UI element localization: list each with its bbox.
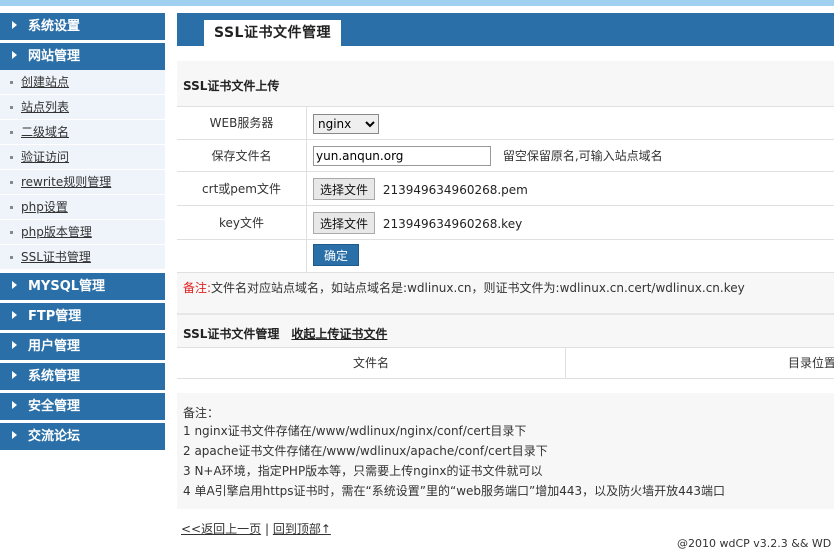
back-to-top-link[interactable]: 回到顶部↑ [273, 522, 331, 536]
sidebar-item-site-list: 站点列表 [0, 95, 165, 120]
bullet-icon [10, 131, 13, 134]
sidebar-link-php-version[interactable]: php版本管理 [21, 225, 92, 239]
menu-system-management[interactable]: 系统管理 [0, 363, 165, 390]
sidebar-item-php-version: php版本管理 [0, 220, 165, 245]
row-save-name: 保存文件名 留空保留原名,可输入站点域名 [177, 139, 834, 172]
bullet-icon [10, 106, 13, 109]
menu-users[interactable]: 用户管理 [0, 333, 165, 360]
sidebar-link-create-site[interactable]: 创建站点 [21, 75, 69, 89]
sidebar-link-rewrite[interactable]: rewrite规则管理 [21, 175, 111, 189]
submit-label-cell [177, 240, 307, 272]
bullet-icon [10, 231, 13, 234]
key-file-name: 213949634960268.key [382, 216, 523, 231]
note-prefix: 备注: [183, 281, 212, 295]
key-choose-file-button[interactable]: 选择文件 [313, 212, 376, 234]
main-content: SSL证书文件管理 SSL证书文件上传 WEB服务器 nginx 保存文件名 留… [177, 13, 834, 509]
col-filename: 文件名 [177, 347, 566, 379]
col-directory-label: 目录位置 [787, 356, 834, 370]
remarks-line: 2 apache证书文件存储在/www/wdlinux/apache/conf/… [183, 444, 548, 458]
upload-section: SSL证书文件上传 WEB服务器 nginx 保存文件名 留空保留原名,可输入站… [177, 61, 834, 313]
menu-site-management[interactable]: 网站管理 [0, 43, 165, 70]
back-link[interactable]: <<返回上一页 [181, 522, 261, 536]
row-submit: 确定 [177, 239, 834, 273]
caret-right-icon [12, 431, 17, 439]
footer-separator: | [264, 522, 269, 536]
sidebar-item-subdomain: 二级域名 [0, 120, 165, 145]
caret-right-icon [12, 401, 17, 409]
sidebar: 系统设置 网站管理 创建站点 站点列表 二级域名 验证访问 rewrite规则管… [0, 13, 165, 453]
upload-section-title: SSL证书文件上传 [183, 79, 280, 93]
caret-right-icon [12, 341, 17, 349]
remarks-title: 备注： [183, 406, 220, 420]
confirm-button[interactable]: 确定 [313, 244, 359, 266]
bullet-icon [10, 206, 13, 209]
sidebar-link-site-list[interactable]: 站点列表 [21, 100, 69, 114]
sidebar-item-ssl: SSL证书管理 [0, 245, 165, 270]
caret-right-icon [12, 311, 17, 319]
col-directory: 目录位置 [566, 347, 834, 379]
sidebar-link-php-settings[interactable]: php设置 [21, 200, 68, 214]
web-server-label: WEB服务器 [177, 107, 307, 140]
save-name-input[interactable] [313, 146, 491, 166]
caret-right-icon [12, 281, 17, 289]
bullet-icon [10, 156, 13, 159]
menu-security[interactable]: 安全管理 [0, 393, 165, 420]
sidebar-item-rewrite: rewrite规则管理 [0, 170, 165, 195]
sidebar-link-auth-access[interactable]: 验证访问 [21, 150, 69, 164]
upload-note: 备注:文件名对应站点域名，如站点域名是:wdlinux.cn，则证书文件为:wd… [183, 279, 745, 296]
caret-right-icon [12, 371, 17, 379]
note-text: 文件名对应站点域名，如站点域名是:wdlinux.cn，则证书文件为:wdlin… [211, 281, 745, 295]
bullet-icon [10, 81, 13, 84]
save-name-label: 保存文件名 [177, 140, 307, 172]
sidebar-link-ssl[interactable]: SSL证书管理 [21, 250, 91, 264]
crt-choose-file-button[interactable]: 选择文件 [313, 178, 376, 200]
remarks-line: 3 N+A环境，指定PHP版本等，只需要上传nginx的证书文件就可以 [183, 464, 543, 478]
footer-links: <<返回上一页 | 回到顶部↑ [181, 520, 331, 537]
sidebar-item-create-site: 创建站点 [0, 70, 165, 95]
bullet-icon [10, 181, 13, 184]
sidebar-item-php-settings: php设置 [0, 195, 165, 220]
menu-forum[interactable]: 交流论坛 [0, 423, 165, 450]
remarks-line: 4 单A引擎启用https证书时，需在“系统设置”里的“web服务端口”增加44… [183, 484, 726, 498]
menu-ftp[interactable]: FTP管理 [0, 303, 165, 330]
remarks-section: 备注： 1 nginx证书文件存储在/www/wdlinux/nginx/con… [177, 393, 834, 509]
row-key-file: key文件 选择文件 213949634960268.key [177, 205, 834, 240]
menu-system-settings[interactable]: 系统设置 [0, 13, 165, 40]
page-title: SSL证书文件管理 [204, 20, 341, 46]
sidebar-item-auth-access: 验证访问 [0, 145, 165, 170]
bullet-icon [10, 256, 13, 259]
list-header: SSL证书文件管理 收起上传证书文件 [183, 325, 387, 342]
list-section: SSL证书文件管理 收起上传证书文件 文件名 目录位置 [177, 313, 834, 379]
remarks-line: 1 nginx证书文件存储在/www/wdlinux/nginx/conf/ce… [183, 424, 527, 438]
row-web-server: WEB服务器 nginx [177, 106, 834, 140]
copyright: @2010 wdCP v3.2.3 && WD [677, 537, 832, 550]
top-strip [0, 0, 834, 6]
crt-file-name: 213949634960268.pem [382, 182, 528, 197]
site-submenu: 创建站点 站点列表 二级域名 验证访问 rewrite规则管理 php设置 ph… [0, 70, 165, 270]
submit-value: 确定 [313, 244, 359, 276]
caret-right-icon [12, 21, 17, 29]
row-crt-file: crt或pem文件 选择文件 213949634960268.pem [177, 171, 834, 206]
sidebar-link-subdomain[interactable]: 二级域名 [21, 125, 69, 139]
title-bar: SSL证书文件管理 [177, 13, 834, 46]
save-name-hint: 留空保留原名,可输入站点域名 [502, 149, 663, 163]
list-title: SSL证书文件管理 [183, 327, 280, 341]
collapse-upload-link[interactable]: 收起上传证书文件 [291, 327, 387, 341]
menu-mysql[interactable]: MYSQL管理 [0, 273, 165, 300]
key-label: key文件 [177, 206, 307, 240]
web-server-select[interactable]: nginx [313, 114, 379, 134]
crt-label: crt或pem文件 [177, 172, 307, 206]
caret-right-icon [12, 51, 17, 59]
